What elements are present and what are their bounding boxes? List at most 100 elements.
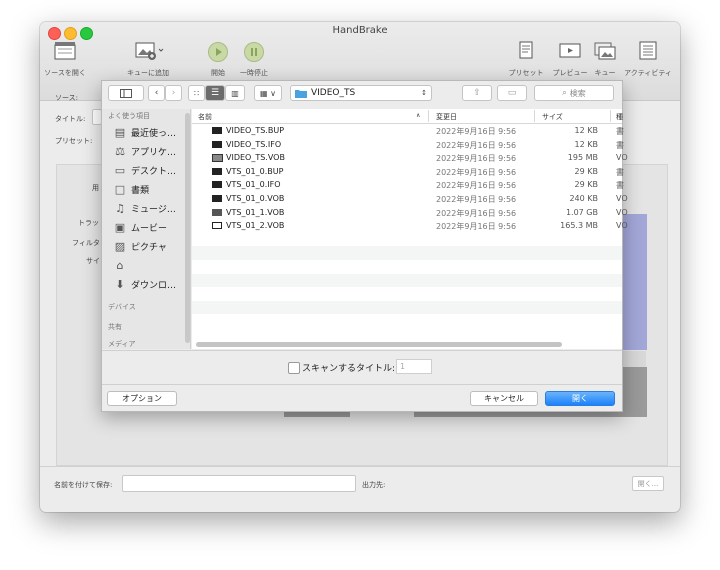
pause-label: 一時停止: [240, 69, 268, 77]
start-button[interactable]: 開始: [204, 40, 232, 78]
column-divider: [428, 110, 429, 122]
file-size: 29 KB: [574, 166, 598, 176]
file-row[interactable]: VIDEO_TS.VOB 2022年9月16日 9:56 195 MB VO: [192, 151, 628, 165]
add-to-queue-label: キューに追加: [127, 69, 169, 77]
activity-label: アクティビティ: [624, 69, 672, 77]
empty-row: [192, 287, 622, 301]
file-row[interactable]: VTS_01_1.VOB 2022年9月16日 9:56 1.07 GB VO: [192, 206, 628, 220]
add-to-queue-button[interactable]: キューに追加: [120, 40, 176, 78]
preview-label: プレビュー: [552, 69, 588, 77]
sidebar-item-downloads[interactable]: ⬇ ダウンロ…: [102, 275, 190, 294]
file-kind: 書: [616, 127, 624, 136]
file-size: 195 MB: [567, 153, 598, 163]
sidebar-item-recents[interactable]: ▤ 最近使っ…: [102, 123, 190, 142]
file-row[interactable]: VTS_01_2.VOB 2022年9月16日 9:56 165.3 MB VO: [192, 219, 628, 233]
window-title: HandBrake: [332, 25, 388, 36]
preview-button[interactable]: プレビュー: [548, 40, 592, 78]
scan-titles-checkbox[interactable]: [288, 362, 300, 374]
column-header-modified[interactable]: 変更日: [436, 112, 457, 122]
file-kind: VO: [616, 221, 628, 231]
tab-label-2[interactable]: トラッ: [78, 218, 99, 228]
file-icon: [212, 140, 222, 148]
file-name: VTS_01_0.VOB: [226, 193, 285, 203]
share-button[interactable]: ⇧: [462, 85, 492, 101]
sidebar-item-label: ミュージ…: [131, 205, 176, 215]
file-row[interactable]: VTS_01_0.IFO 2022年9月16日 9:56 29 KB 書: [192, 178, 624, 192]
forward-button[interactable]: ›: [165, 85, 182, 101]
sidebar-toggle-button[interactable]: [108, 85, 144, 101]
tab-label-1[interactable]: 用: [92, 183, 99, 193]
group-icon: ▦ ∨: [260, 88, 276, 98]
source-label: ソース:: [55, 94, 79, 102]
file-row[interactable]: VIDEO_TS.BUP 2022年9月16日 9:56 12 KB 書: [192, 124, 624, 138]
dialog-divider: [102, 350, 622, 351]
add-photo-icon: [135, 42, 164, 60]
queue-button[interactable]: キュー: [590, 40, 620, 78]
video-file-icon: [212, 208, 222, 216]
presets-button[interactable]: プリセット: [506, 40, 546, 78]
file-date: 2022年9月16日 9:56: [436, 127, 517, 136]
file-list-header: 名前 ∧ 変更日 サイズ 種: [192, 109, 623, 124]
search-field[interactable]: ⌕ 検索: [534, 85, 614, 101]
file-size: 1.07 GB: [565, 207, 598, 217]
file-kind: 書: [616, 167, 624, 177]
open-button[interactable]: 開く: [545, 391, 615, 406]
file-row[interactable]: VIDEO_TS.IFO 2022年9月16日 9:56 12 KB 書: [192, 138, 624, 152]
file-kind: 書: [616, 181, 624, 191]
folder-icon: [295, 89, 307, 98]
sidebar-item-movies[interactable]: ▣ ムービー: [102, 218, 190, 237]
file-icon: [212, 127, 222, 134]
sidebar-item-home[interactable]: ⌂: [102, 256, 190, 275]
activity-log-icon: [639, 41, 657, 60]
back-button[interactable]: ‹: [148, 85, 165, 101]
column-divider: [534, 110, 535, 122]
horizontal-scrollbar[interactable]: [196, 342, 562, 347]
group-by-button[interactable]: ▦ ∨: [254, 85, 282, 101]
save-as-field[interactable]: [122, 475, 356, 492]
output-label: 出力先:: [362, 481, 386, 489]
open-source-button[interactable]: ソースを開く: [44, 40, 86, 78]
options-button[interactable]: オプション: [107, 391, 177, 406]
dialog-divider: [102, 384, 622, 385]
desktop-icon: ▭: [114, 164, 126, 177]
sidebar-item-documents[interactable]: □ 書類: [102, 180, 190, 199]
empty-row: [192, 314, 622, 328]
video-file-icon: [212, 222, 222, 230]
updown-arrows-icon: ↕: [421, 89, 427, 97]
location-popup[interactable]: VIDEO_TS ↕: [290, 85, 432, 101]
tab-label-4[interactable]: サイ: [86, 256, 100, 266]
search-icon: ⌕: [562, 88, 567, 97]
icon-view-button[interactable]: ∷: [188, 85, 205, 101]
scan-title-number-field[interactable]: 1: [396, 359, 432, 374]
column-view-button[interactable]: ▥: [225, 85, 245, 101]
file-size: 12 KB: [574, 139, 598, 149]
film-clapper-icon: [54, 42, 76, 60]
column-header-name[interactable]: 名前: [198, 112, 212, 122]
pause-button[interactable]: 一時停止: [234, 40, 274, 78]
sidebar-item-desktop[interactable]: ▭ デスクト…: [102, 161, 190, 180]
file-kind: VO: [616, 153, 628, 163]
tab-label-3[interactable]: フィルタ: [72, 238, 100, 248]
file-size: 12 KB: [574, 126, 598, 135]
tag-button[interactable]: ▭: [497, 85, 527, 101]
sidebar-item-label: 最近使っ…: [131, 129, 177, 139]
applications-icon: ⚖: [115, 145, 125, 158]
sidebar-scrollbar[interactable]: [185, 113, 190, 343]
title-label: タイトル:: [55, 115, 86, 123]
pause-icon: [244, 42, 264, 62]
activity-button[interactable]: アクティビティ: [622, 40, 674, 78]
list-icon: ☰: [210, 88, 220, 98]
cancel-button[interactable]: キャンセル: [470, 391, 538, 406]
column-header-kind[interactable]: 種: [616, 112, 623, 122]
sort-chevron-icon: ∧: [416, 112, 421, 119]
file-row[interactable]: VTS_01_0.BUP 2022年9月16日 9:56 29 KB 書: [192, 165, 624, 179]
open-output-button[interactable]: 開く...: [632, 476, 664, 491]
sidebar-item-applications[interactable]: ⚖ アプリケ…: [102, 142, 190, 161]
list-view-button[interactable]: ☰: [205, 85, 225, 101]
file-row[interactable]: VTS_01_0.VOB 2022年9月16日 9:56 240 KB VO: [192, 192, 628, 206]
column-header-size[interactable]: サイズ: [542, 112, 563, 122]
sidebar-item-music[interactable]: ♫ ミュージ…: [102, 199, 190, 218]
video-file-icon: [212, 154, 223, 163]
sidebar-item-pictures[interactable]: ▨ ピクチャ: [102, 237, 190, 256]
file-name: VIDEO_TS.IFO: [226, 139, 282, 149]
